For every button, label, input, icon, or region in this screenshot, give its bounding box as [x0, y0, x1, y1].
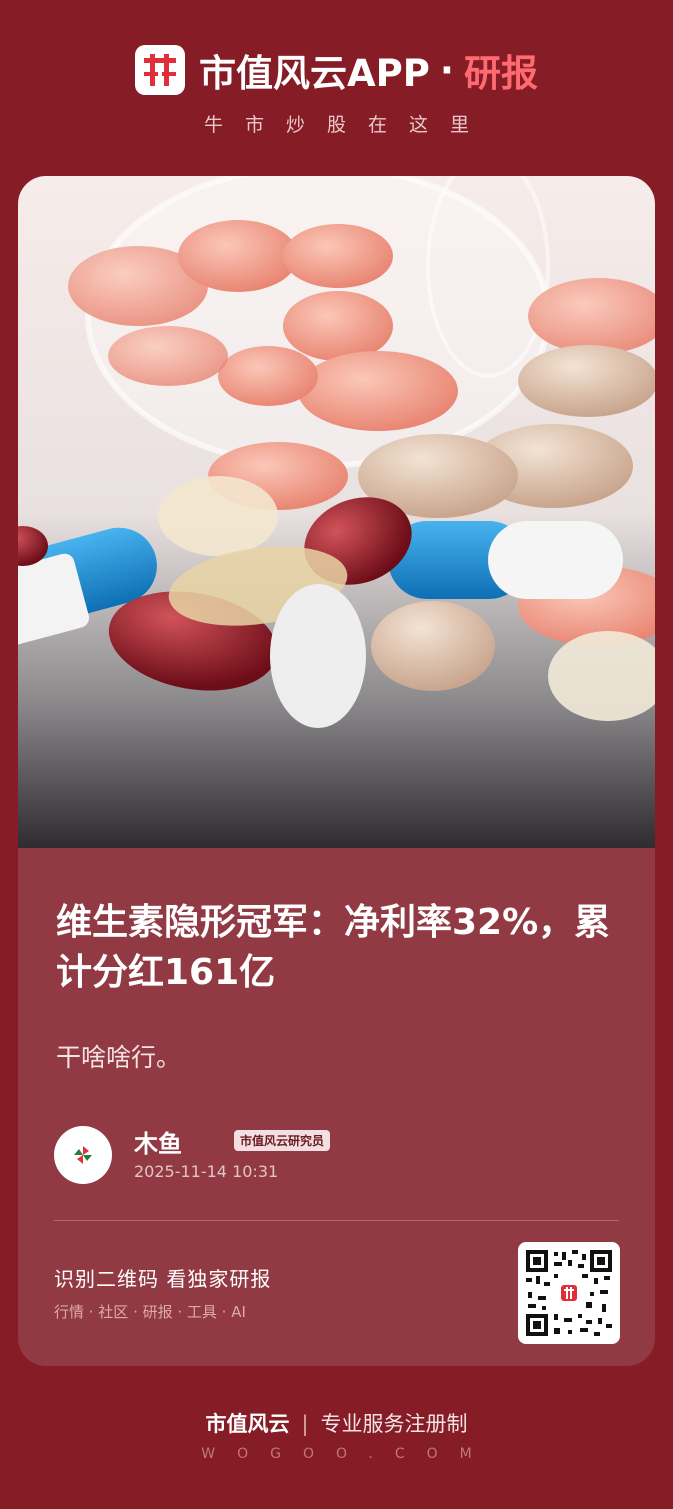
- qr-subtitle: 行情 · 社区 · 研报 · 工具 · AI: [54, 1303, 246, 1321]
- publish-time: 2025-11-14 10:31: [134, 1162, 279, 1181]
- footer-url[interactable]: WOGOO.COM: [0, 1446, 673, 1462]
- footer-brand: 市值风云 | 专业服务注册制: [0, 1408, 673, 1438]
- divider: [54, 1220, 619, 1221]
- footer-tagline: 专业服务注册制: [320, 1412, 468, 1436]
- title-dot: ·: [439, 48, 454, 92]
- shi-logo-icon: [135, 45, 186, 95]
- app-name: 市值风云APP: [199, 52, 430, 95]
- footer-brand-name: 市值风云: [205, 1412, 290, 1436]
- report-card[interactable]: 维生素隐形冠军：净利率32%，累计分红161亿 干啥啥行。 木鱼 市值风云研究员…: [18, 176, 655, 1366]
- pinwheel-icon: [74, 1146, 92, 1164]
- article-subtitle: 干啥啥行。: [56, 1043, 182, 1072]
- author-block[interactable]: 木鱼 市值风云研究员 2025-11-14 10:31: [54, 1126, 614, 1186]
- author-badge: 市值风云研究员: [234, 1130, 331, 1151]
- avatar[interactable]: [54, 1126, 112, 1184]
- footer-separator: |: [301, 1412, 309, 1436]
- app-header: 市值风云APP · 研报 牛市炒股在这里: [0, 0, 673, 170]
- section-label: 研报: [463, 52, 538, 95]
- qr-code-icon: [524, 1248, 614, 1338]
- slogan: 牛市炒股在这里: [203, 114, 491, 136]
- cover-image: [18, 176, 655, 848]
- author-name: 木鱼: [134, 1130, 182, 1158]
- qr-code[interactable]: [518, 1242, 620, 1344]
- article-title[interactable]: 维生素隐形冠军：净利率32%，累计分红161亿: [56, 898, 626, 998]
- qr-title: 识别二维码 看独家研报: [54, 1267, 272, 1291]
- logo-row: 市值风云APP · 研报: [0, 40, 673, 100]
